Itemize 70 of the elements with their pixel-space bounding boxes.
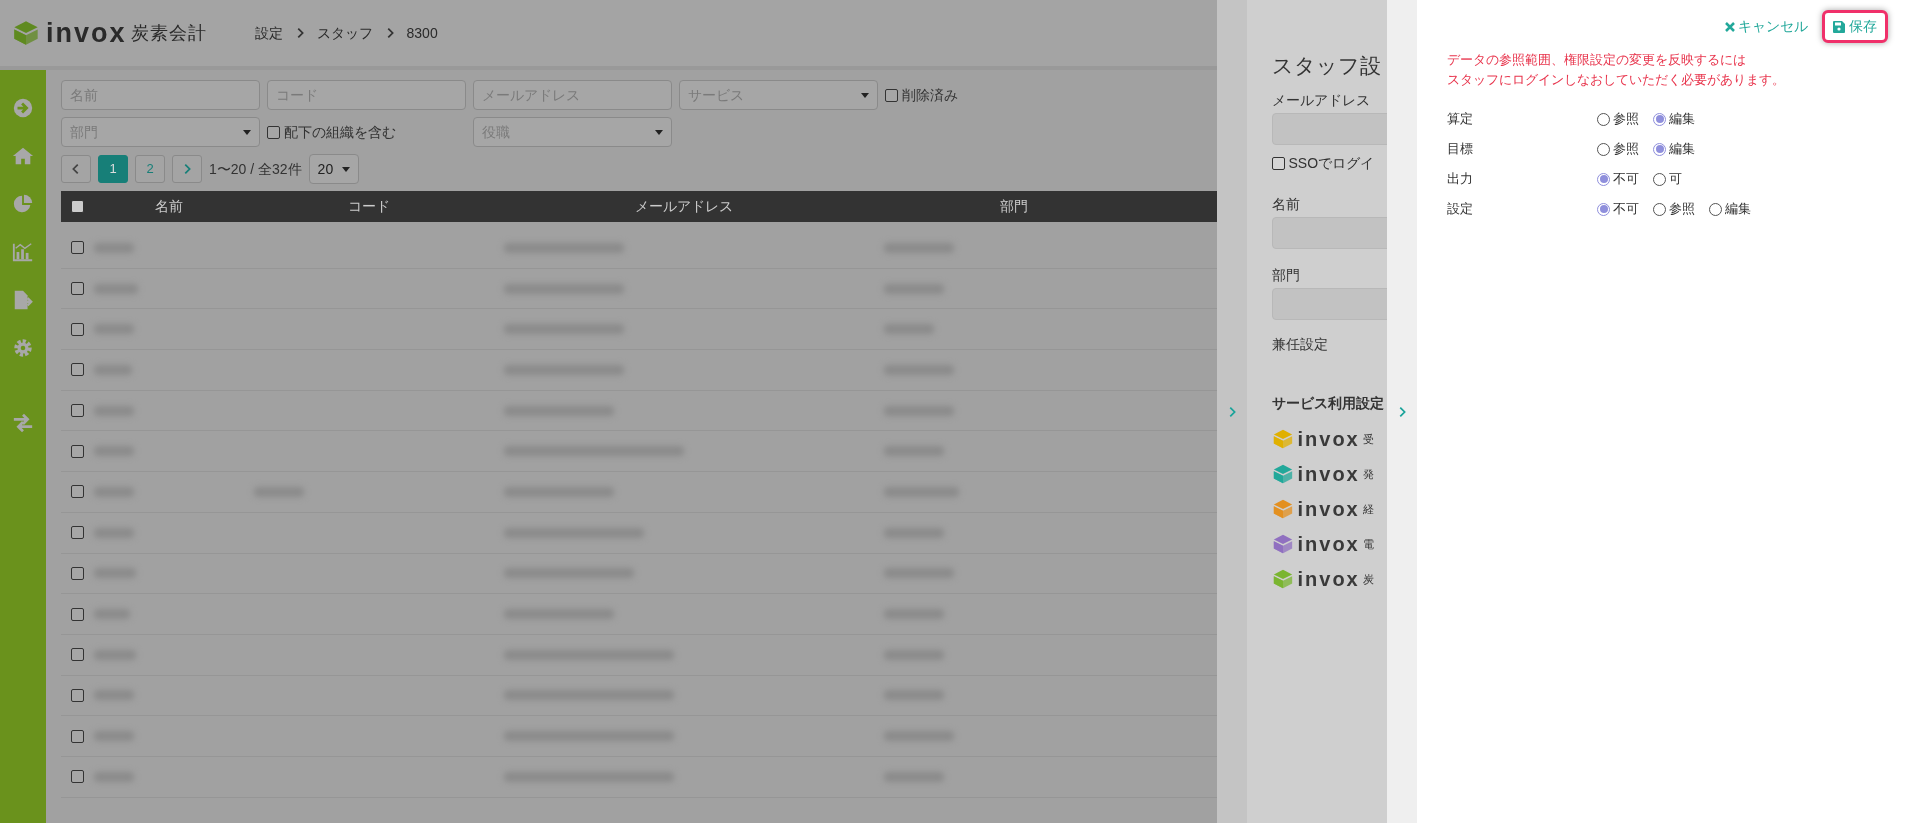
row-checkbox[interactable] xyxy=(71,729,84,743)
column-header[interactable]: メールアドレス xyxy=(494,196,874,217)
service-name: invox xyxy=(1297,567,1360,592)
column-header[interactable]: 部門 xyxy=(894,196,1134,217)
breadcrumb-item: 8300 xyxy=(406,23,438,43)
service-suffix: 発 xyxy=(1363,466,1375,482)
radio-option[interactable]: 不可 xyxy=(1597,199,1639,219)
row-checkbox[interactable] xyxy=(71,648,84,662)
caret-icon xyxy=(655,129,663,135)
service-name: invox xyxy=(1297,497,1360,522)
row-checkbox[interactable] xyxy=(71,322,84,336)
row-checkbox[interactable] xyxy=(71,607,84,621)
page-size-select[interactable]: 20 xyxy=(308,154,359,184)
service-suffix: 経 xyxy=(1363,501,1375,517)
close-icon xyxy=(1725,21,1735,32)
service-suffix: 受 xyxy=(1363,431,1375,447)
service-name: invox xyxy=(1297,427,1360,452)
service-suffix: 炭 xyxy=(1363,571,1375,587)
service-name: invox xyxy=(1297,532,1360,557)
caret-icon xyxy=(341,166,350,172)
breadcrumb-item[interactable]: スタッフ xyxy=(316,22,373,44)
field-label: 部門 xyxy=(1272,265,1301,285)
caret-icon xyxy=(243,129,251,135)
page-summary: 1〜20 / 全32件 xyxy=(209,159,302,179)
email-input[interactable] xyxy=(1272,112,1387,145)
row-checkbox[interactable] xyxy=(71,241,84,255)
row-checkbox[interactable] xyxy=(71,526,84,540)
radio-option[interactable]: 不可 xyxy=(1597,169,1639,189)
deleted-checkbox[interactable]: 削除済み xyxy=(885,84,958,106)
row-checkbox[interactable] xyxy=(71,770,84,784)
row-checkbox[interactable] xyxy=(71,688,84,702)
row-checkbox[interactable] xyxy=(71,363,84,377)
permission-label: 設定 xyxy=(1447,200,1474,219)
section-title: サービス利用設定 xyxy=(1272,393,1385,413)
radio-option[interactable]: 編集 xyxy=(1653,109,1695,129)
notice-text: データの参照範囲、権限設定の変更を反映するには xyxy=(1447,51,1747,69)
radio-option[interactable]: 編集 xyxy=(1653,139,1695,159)
department-input[interactable] xyxy=(1272,287,1387,320)
field-label: メールアドレス xyxy=(1272,90,1371,110)
column-header[interactable]: コード xyxy=(244,196,494,217)
permission-label: 目標 xyxy=(1447,140,1474,159)
panel-title: スタッフ設 xyxy=(1272,53,1382,79)
caret-icon xyxy=(861,92,869,98)
radio-option[interactable]: 参照 xyxy=(1597,139,1639,159)
row-checkbox[interactable] xyxy=(71,444,84,458)
select-all-checkbox[interactable] xyxy=(71,200,84,213)
logo-text: invox xyxy=(46,16,127,50)
field-label: 名前 xyxy=(1272,194,1301,214)
permission-label: 算定 xyxy=(1447,110,1474,129)
breadcrumb-item[interactable]: 設定 xyxy=(254,22,283,44)
radio-option[interactable]: 可 xyxy=(1653,169,1682,189)
row-checkbox[interactable] xyxy=(71,566,84,580)
product-name: 炭素会計 xyxy=(130,21,207,45)
service-name: invox xyxy=(1297,462,1360,487)
name-input[interactable] xyxy=(1272,216,1387,249)
radio-option[interactable]: 参照 xyxy=(1653,199,1695,219)
section-label: 兼任設定 xyxy=(1272,334,1329,354)
sso-checkbox[interactable]: SSOでログイ xyxy=(1272,152,1387,174)
row-checkbox[interactable] xyxy=(71,485,84,499)
row-checkbox[interactable] xyxy=(71,282,84,296)
page-button[interactable]: 1 xyxy=(98,155,128,183)
logo-icon xyxy=(12,19,40,47)
service-suffix: 電 xyxy=(1363,536,1375,552)
radio-option[interactable]: 参照 xyxy=(1597,109,1639,129)
permission-label: 出力 xyxy=(1447,170,1474,189)
include-sub-checkbox[interactable]: 配下の組織を含む xyxy=(267,121,466,143)
radio-option[interactable]: 編集 xyxy=(1709,199,1751,219)
row-checkbox[interactable] xyxy=(71,404,84,418)
column-header[interactable]: 名前 xyxy=(94,196,244,217)
notice-text: スタッフにログインしなおしていただく必要があります。 xyxy=(1447,71,1786,89)
